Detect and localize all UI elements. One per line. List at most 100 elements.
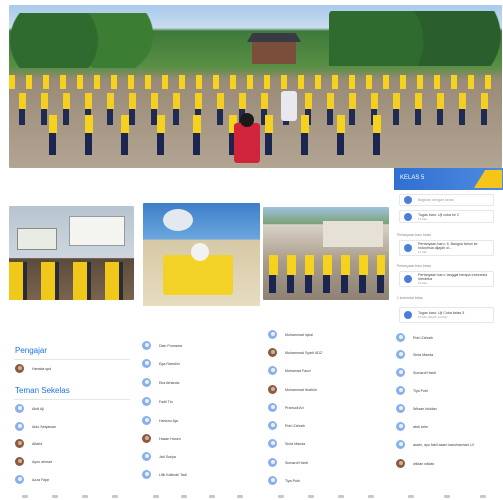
- stream-item-3[interactable]: Pertanyaan baru: tanggal berapa Indonesi…: [399, 271, 494, 287]
- person-name: Ayon ahmad: [32, 459, 53, 464]
- list-item[interactable]: Azza Fajar: [15, 475, 49, 484]
- stream-item-4[interactable]: Tugas baru: Uji Coba kelas 5 10 Mei (Died…: [399, 307, 494, 323]
- list-item[interactable]: Alfarid: [15, 439, 42, 448]
- person-name: Muhammad Syarif ADZ: [285, 350, 323, 355]
- nav-icon[interactable]: [82, 495, 88, 498]
- list-item[interactable]: abdi aritn: [396, 422, 428, 431]
- nav-icon[interactable]: [408, 495, 414, 498]
- photo-classroom-projector: [9, 206, 134, 300]
- avatar: [396, 333, 405, 342]
- list-item[interactable]: Putri Zahrah: [396, 333, 433, 342]
- nav-icon[interactable]: [237, 495, 243, 498]
- people-panel-3: Muhammad Iqbal Muhammad Syarif ADZ Muham…: [262, 328, 390, 500]
- question-icon: [404, 244, 412, 252]
- list-item[interactable]: Jati Suriya: [142, 452, 176, 461]
- nav-icon[interactable]: [209, 495, 215, 498]
- trees-right: [329, 11, 502, 66]
- list-item[interactable]: Hartono Aja: [142, 416, 178, 425]
- avatar: [268, 348, 277, 357]
- person-name: Muhammad Ibrahim: [285, 387, 317, 392]
- person-name: Abdi Aji: [32, 406, 44, 411]
- list-item[interactable]: Aldo Setyawan: [15, 422, 56, 431]
- assignment-icon: [404, 212, 412, 221]
- avatar: [142, 378, 151, 387]
- avatar: [142, 452, 151, 461]
- list-item[interactable]: Muhammad Syarif ADZ: [268, 348, 322, 357]
- nav-icon[interactable]: [52, 495, 58, 498]
- nav-icon[interactable]: [338, 495, 344, 498]
- school-roof: [247, 33, 301, 42]
- person-name: Aldo Setyawan: [32, 424, 56, 429]
- wall-poster: [163, 209, 193, 231]
- stream-item-text: Tugas baru: Uji Coba kelas 5 10 Mei (Died…: [418, 311, 464, 319]
- nav-icon[interactable]: [112, 495, 118, 498]
- students-middle-row: [19, 93, 499, 109]
- person-name: Tiya Putri: [413, 388, 429, 393]
- nav-icon[interactable]: [153, 495, 159, 498]
- person-name: abdi aritn: [413, 424, 428, 429]
- person-name: Lilik Kalimah Tadi: [159, 472, 187, 477]
- stream-comment-label: 1 komentar kelas: [397, 296, 423, 300]
- bottom-nav: [142, 493, 254, 500]
- avatar: [15, 364, 24, 373]
- list-item[interactable]: aswin, ayu fabil azam kanuharmani Ul: [396, 440, 474, 449]
- whiteboard: [17, 228, 57, 250]
- list-item[interactable]: Muhammad Iqbal: [268, 330, 313, 339]
- list-item[interactable]: wildan wildan: [396, 459, 434, 468]
- list-item[interactable]: Wirsan Iskidan: [396, 404, 437, 413]
- person-name: Alfarid: [32, 441, 43, 446]
- list-item[interactable]: Eka Afrianda: [142, 378, 179, 387]
- list-item[interactable]: Lilik Kalimah Tadi: [142, 470, 187, 479]
- stream-item-1[interactable]: Tugas baru: Uji coba ke 2 11 Mei: [399, 210, 494, 223]
- list-item[interactable]: Sinta Manda: [268, 439, 305, 448]
- nav-icon[interactable]: [480, 495, 486, 498]
- avatar: [15, 422, 24, 431]
- person-name: Sumardi Hardi: [413, 370, 436, 375]
- class-name: KELAS 5: [400, 175, 425, 181]
- user-avatar-icon: [404, 196, 412, 204]
- teachers-heading: Pengajar: [15, 346, 48, 355]
- list-item[interactable]: Fadil Tio: [142, 397, 173, 406]
- list-item[interactable]: Ega Ramdini: [142, 359, 180, 368]
- list-item[interactable]: Muhamad Fauzi: [268, 366, 311, 375]
- announce-placeholder: Bagikan dengan kelas: [418, 198, 454, 202]
- list-item[interactable]: Ayon ahmad: [15, 457, 52, 466]
- list-item[interactable]: Pramudi Ari: [268, 403, 304, 412]
- avatar: [396, 440, 405, 449]
- avatar: [268, 403, 277, 412]
- nav-icon[interactable]: [444, 495, 450, 498]
- list-item[interactable]: Tiya Putri: [268, 476, 300, 485]
- person-name: Hasan Husen: [159, 436, 181, 441]
- nav-icon[interactable]: [22, 495, 28, 498]
- stream-item-2[interactable]: Pertanyaan baru: 5. Bangsa tahun ke Indo…: [399, 240, 494, 256]
- teacher-name: Hamida spd: [32, 366, 52, 371]
- people-panel-1: Pengajar Hamida spd Teman Sekelas Abdi A…: [0, 333, 136, 500]
- list-item[interactable]: Sinta Manda: [396, 350, 433, 359]
- nav-icon[interactable]: [308, 495, 314, 498]
- list-item[interactable]: Putri Zahrah: [268, 421, 305, 430]
- list-item[interactable]: Dian Purnama: [142, 341, 182, 350]
- list-item[interactable]: Muhammad Ibrahim: [268, 385, 317, 394]
- teacher-row[interactable]: Hamida spd: [15, 364, 51, 373]
- nav-icon[interactable]: [278, 495, 284, 498]
- avatar: [142, 397, 151, 406]
- avatar: [268, 458, 277, 467]
- people-panel-2: Dian Purnama Ega Ramdini Eka Afrianda Fa…: [137, 333, 259, 500]
- bottom-nav: [10, 493, 130, 500]
- list-item[interactable]: Abdi Aji: [15, 404, 44, 413]
- list-item[interactable]: Tiya Putri: [396, 386, 428, 395]
- students-back-row: [9, 75, 502, 89]
- nav-icon[interactable]: [368, 495, 374, 498]
- students-lineup: [269, 255, 385, 275]
- list-item[interactable]: Sumardi Hardi: [396, 368, 436, 377]
- stream-title: Tugas baru: Uji coba ke 2: [418, 212, 459, 217]
- nav-icon[interactable]: [181, 495, 187, 498]
- list-item[interactable]: Hasan Husen: [142, 434, 181, 443]
- photo-schoolyard-lineup: [263, 207, 389, 300]
- list-item[interactable]: Sumardi Hardi: [268, 458, 308, 467]
- announce-box[interactable]: Bagikan dengan kelas: [399, 194, 494, 206]
- person-name: Dian Purnama: [159, 343, 182, 348]
- teacher-figure: [234, 123, 260, 163]
- person-name: Azza Fajar: [32, 477, 50, 482]
- avatar: [142, 434, 151, 443]
